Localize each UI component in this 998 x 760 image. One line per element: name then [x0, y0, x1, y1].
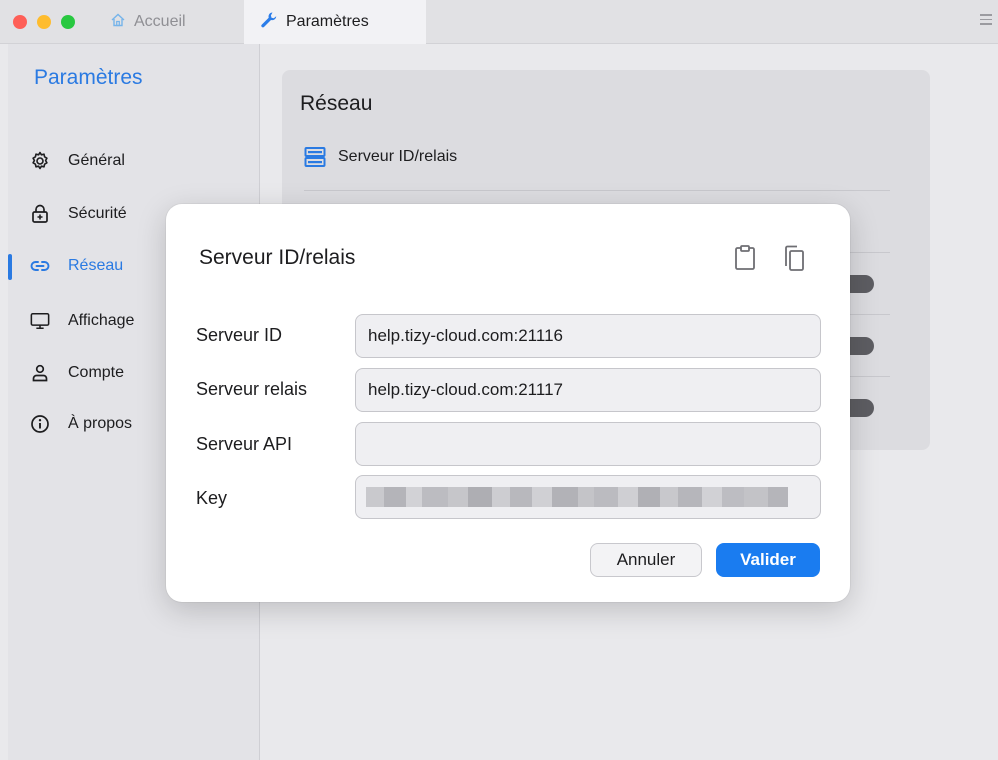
tab-home[interactable]: Accueil [110, 0, 186, 44]
window-menu-button[interactable] [980, 14, 992, 28]
dialog-title: Serveur ID/relais [199, 246, 356, 269]
sidebar-title: Paramètres [34, 66, 143, 89]
server-settings-dialog: Serveur ID/relais Serveur ID Serveur rel… [166, 204, 850, 602]
sidebar-item-label: Affichage [68, 312, 135, 329]
sidebar-item-label: Compte [68, 364, 125, 381]
sidebar-item-label: Général [68, 152, 125, 169]
validate-button[interactable]: Valider [716, 543, 820, 577]
server-icon [304, 146, 326, 168]
api-server-input[interactable] [355, 422, 821, 466]
key-label: Key [196, 488, 228, 508]
monitor-icon [30, 311, 50, 331]
lock-icon [30, 204, 50, 224]
server-id-relay-row[interactable]: Serveur ID/relais [304, 146, 457, 168]
link-icon [30, 256, 50, 276]
tab-home-label: Accueil [134, 13, 186, 30]
key-input[interactable] [355, 475, 821, 519]
info-icon [30, 414, 50, 434]
sidebar-item-general[interactable]: Général [8, 147, 260, 175]
relay-server-label: Serveur relais [196, 379, 308, 399]
divider [304, 190, 890, 191]
server-id-relay-label: Serveur ID/relais [338, 148, 458, 165]
sidebar-item-label: Réseau [68, 257, 124, 274]
title-bar: Accueil Paramètres [0, 0, 998, 44]
redacted-key-value [366, 487, 806, 507]
wrench-icon [260, 11, 278, 34]
card-title: Réseau [300, 92, 373, 115]
sidebar-item-label: À propos [68, 415, 133, 432]
home-icon [110, 12, 126, 33]
api-server-label: Serveur API [196, 434, 293, 454]
paste-icon[interactable] [733, 244, 757, 272]
server-id-label: Serveur ID [196, 325, 283, 345]
close-window-button[interactable] [13, 15, 27, 29]
tab-settings[interactable]: Paramètres [244, 0, 426, 44]
maximize-window-button[interactable] [61, 15, 75, 29]
minimize-window-button[interactable] [37, 15, 51, 29]
gear-icon [30, 151, 50, 171]
cancel-button[interactable]: Annuler [590, 543, 702, 577]
user-icon [30, 363, 50, 383]
sidebar-item-label: Sécurité [68, 205, 127, 222]
copy-icon[interactable] [782, 244, 806, 272]
server-id-input[interactable] [355, 314, 821, 358]
active-indicator [8, 254, 12, 280]
relay-server-input[interactable] [355, 368, 821, 412]
tab-settings-label: Paramètres [286, 13, 369, 30]
